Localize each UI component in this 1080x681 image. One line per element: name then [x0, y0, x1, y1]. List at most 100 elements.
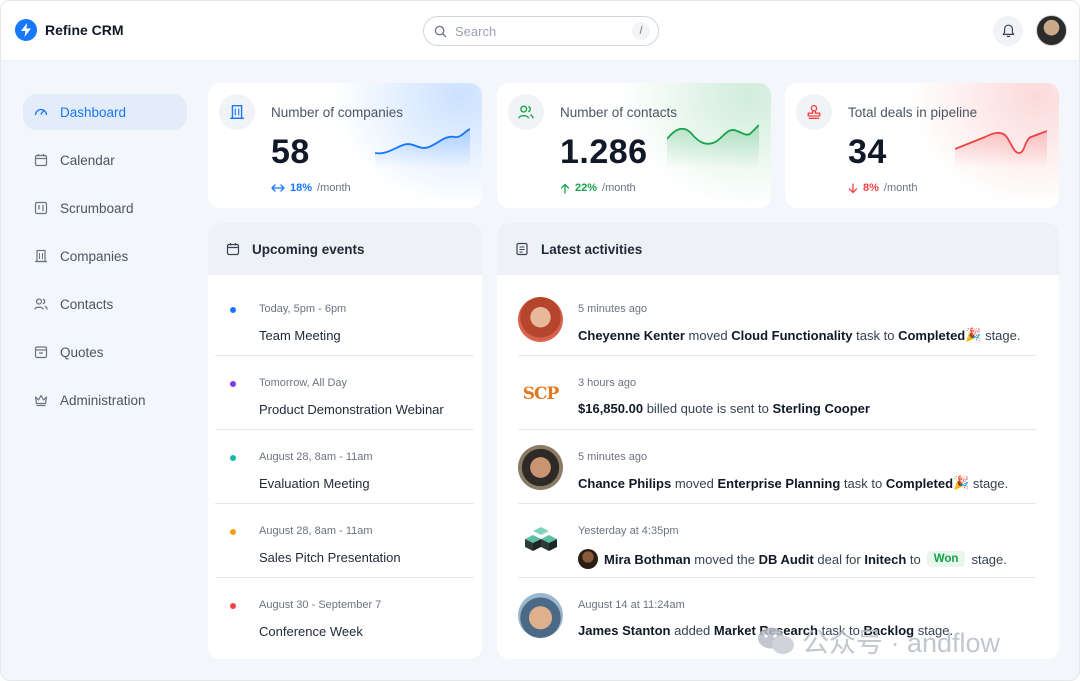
company-logo-text: SCP: [522, 383, 560, 404]
notifications-button[interactable]: [993, 16, 1023, 46]
panel-title: Latest activities: [541, 241, 643, 257]
kpi-value: 1.286: [560, 133, 648, 171]
kpi-title: Number of companies: [271, 105, 404, 120]
event-item[interactable]: Tomorrow, All Day Product Demonstration …: [215, 356, 474, 430]
sidebar-item-label: Companies: [60, 248, 129, 264]
activity-item[interactable]: 5 minutes ago Chance Philips moved Enter…: [518, 430, 1036, 504]
activity-item[interactable]: SCP 3 hours ago $16,850.00 billed quote …: [518, 356, 1036, 430]
sidebar-item-companies[interactable]: Companies: [23, 238, 187, 274]
search-shortcut: /: [632, 22, 650, 40]
activity-actor: Chance Philips: [578, 475, 672, 491]
wechat-icon: [758, 627, 794, 654]
board-icon: [34, 201, 48, 215]
sidebar-item-label: Dashboard: [60, 104, 127, 120]
kpi-card-contacts: Number of contacts 1.286 22% /month: [497, 83, 771, 208]
event-item[interactable]: August 30 - September 7 Conference Week: [215, 578, 474, 652]
sparkline-chart: [955, 130, 1047, 168]
event-item[interactable]: August 28, 8am - 11am Evaluation Meeting: [215, 430, 474, 504]
activity-stage: Completed: [885, 475, 954, 491]
status-badge: Won: [926, 551, 966, 567]
kpi-title: Number of contacts: [560, 105, 678, 120]
sidebar-item-label: Calendar: [60, 152, 115, 168]
upcoming-events-panel: Upcoming events Today, 5pm - 6pm Team Me…: [208, 223, 482, 659]
avatar: [518, 297, 563, 342]
building-icon: [34, 249, 48, 263]
gauge-icon: [34, 105, 48, 119]
top-header: Refine CRM Search /: [1, 1, 1079, 61]
sidebar-item-quotes[interactable]: Quotes: [23, 334, 187, 370]
event-date: Today, 5pm - 6pm: [259, 303, 347, 315]
panel-title: Upcoming events: [252, 241, 365, 257]
app-name: Refine CRM: [45, 22, 124, 38]
watermark-text: 公众号 · andflow: [802, 628, 1001, 658]
activity-object: Enterprise Planning: [717, 475, 841, 491]
activity-item[interactable]: 5 minutes ago Cheyenne Kenter moved Clou…: [518, 282, 1036, 356]
event-dot: [230, 307, 236, 313]
kpi-unit: /month: [317, 182, 351, 194]
kpi-percent: 22%: [575, 182, 598, 194]
calendar-icon: [34, 153, 48, 167]
kpi-trend: 18% /month: [271, 182, 351, 194]
search-icon: [434, 25, 447, 37]
activity-time: 5 minutes ago: [578, 451, 648, 463]
kpi-card-deals: Total deals in pipeline 34 8% /month: [785, 83, 1059, 208]
activity-verb: added: [674, 623, 711, 638]
event-dot: [230, 381, 236, 387]
sidebar-item-contacts[interactable]: Contacts: [23, 286, 187, 322]
activity-object: Cloud Functionality: [731, 327, 853, 343]
activity-text: Cheyenne Kenter moved Cloud Functionalit…: [578, 327, 1020, 343]
event-date: Tomorrow, All Day: [259, 377, 348, 389]
activity-verb: moved: [674, 475, 714, 491]
bolt-icon: [15, 19, 37, 41]
users-icon: [508, 94, 544, 130]
activity-item[interactable]: Yesterday at 4:35pm Mira Bothman moved t…: [518, 504, 1036, 578]
kpi-trend: 22% /month: [560, 182, 636, 194]
bell-icon: [1002, 24, 1014, 38]
avatar: [578, 549, 598, 569]
activity-object: DB Audit: [758, 551, 814, 567]
event-item[interactable]: August 28, 8am - 11am Sales Pitch Presen…: [215, 504, 474, 578]
arrows-horizontal-icon: [271, 184, 285, 192]
event-item[interactable]: Today, 5pm - 6pm Team Meeting: [215, 282, 474, 356]
company-logo: [518, 519, 563, 564]
activity-verb: moved the: [694, 551, 755, 567]
activity-time: August 14 at 11:24am: [578, 599, 685, 611]
sidebar-item-scrumboard[interactable]: Scrumboard: [23, 190, 187, 226]
brand[interactable]: Refine CRM: [15, 19, 124, 41]
activity-verb: task to: [856, 327, 895, 343]
app-window: Refine CRM Search / Dashboard Calendar S…: [0, 0, 1080, 681]
search-placeholder: Search: [455, 23, 497, 39]
activity-verb: moved: [688, 327, 728, 343]
activity-object: Sterling Cooper: [772, 401, 870, 416]
sidebar-item-calendar[interactable]: Calendar: [23, 142, 187, 178]
sidebar-item-dashboard[interactable]: Dashboard: [23, 94, 187, 130]
activity-verb: stage.: [971, 551, 1007, 567]
stamp-icon: [796, 94, 832, 130]
sidebar: Dashboard Calendar Scrumboard Companies …: [23, 94, 187, 430]
activity-verb: stage.: [985, 327, 1021, 343]
avatar: [518, 445, 563, 490]
activity-time: Yesterday at 4:35pm: [578, 525, 679, 537]
activity-amount: $16,850.00: [578, 401, 644, 416]
activity-time: 3 hours ago: [578, 377, 637, 389]
search-input[interactable]: Search /: [423, 16, 659, 46]
user-avatar[interactable]: [1036, 15, 1067, 46]
sidebar-item-administration[interactable]: Administration: [23, 382, 187, 418]
event-title: Team Meeting: [259, 328, 341, 343]
activity-verb: billed quote is sent to: [646, 401, 769, 416]
sidebar-item-label: Contacts: [60, 296, 114, 312]
sidebar-item-label: Quotes: [60, 344, 104, 360]
kpi-value: 34: [848, 133, 887, 171]
event-title: Conference Week: [259, 624, 363, 639]
activity-actor: James Stanton: [578, 623, 671, 638]
activity-time: 5 minutes ago: [578, 303, 648, 315]
kpi-card-companies: Number of companies 58 18% /month: [208, 83, 482, 208]
event-date: August 30 - September 7: [259, 599, 382, 611]
kpi-title: Total deals in pipeline: [848, 105, 978, 120]
activity-verb: task to: [843, 475, 883, 491]
activity-actor: Mira Bothman: [604, 551, 691, 567]
company-logo: SCP: [518, 371, 563, 416]
activity-text: Mira Bothman moved the DB Audit deal for…: [578, 549, 1007, 569]
avatar: [518, 593, 563, 638]
activity-text: Chance Philips moved Enterprise Planning…: [578, 475, 1008, 491]
